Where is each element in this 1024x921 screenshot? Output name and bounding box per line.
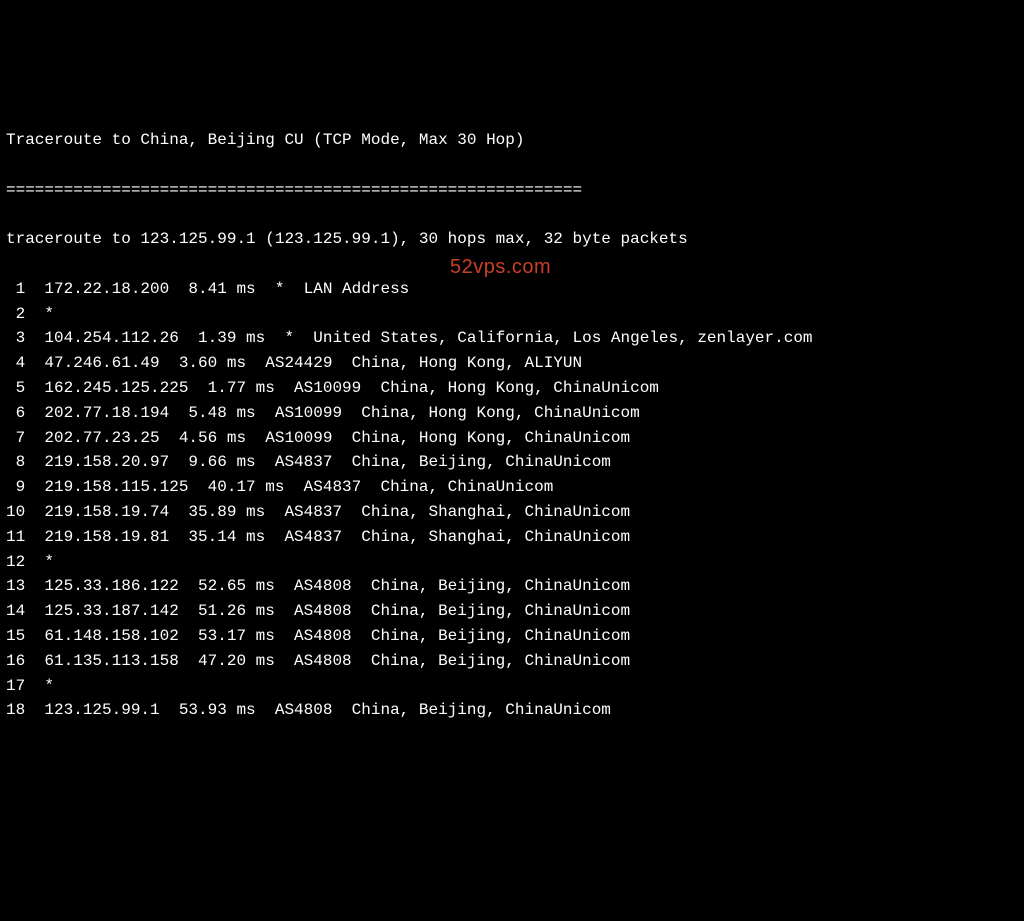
divider-line: ========================================… [6,178,1018,203]
hop-row: 12 * [6,550,1018,575]
hop-row: 11 219.158.19.81 35.14 ms AS4837 China, … [6,525,1018,550]
hop-row: 5 162.245.125.225 1.77 ms AS10099 China,… [6,376,1018,401]
hop-row: 13 125.33.186.122 52.65 ms AS4808 China,… [6,574,1018,599]
hop-row: 9 219.158.115.125 40.17 ms AS4837 China,… [6,475,1018,500]
hop-row: 14 125.33.187.142 51.26 ms AS4808 China,… [6,599,1018,624]
hop-row: 6 202.77.18.194 5.48 ms AS10099 China, H… [6,401,1018,426]
title-line: Traceroute to China, Beijing CU (TCP Mod… [6,128,1018,153]
hop-row: 3 104.254.112.26 1.39 ms * United States… [6,326,1018,351]
hop-row: 8 219.158.20.97 9.66 ms AS4837 China, Be… [6,450,1018,475]
hop-row: 16 61.135.113.158 47.20 ms AS4808 China,… [6,649,1018,674]
hop-row: 10 219.158.19.74 35.89 ms AS4837 China, … [6,500,1018,525]
hop-row: 2 * [6,302,1018,327]
hop-row: 17 * [6,674,1018,699]
terminal-output: Traceroute to China, Beijing CU (TCP Mod… [6,103,1018,748]
hop-row: 1 172.22.18.200 8.41 ms * LAN Address [6,277,1018,302]
hop-row: 15 61.148.158.102 53.17 ms AS4808 China,… [6,624,1018,649]
summary-line: traceroute to 123.125.99.1 (123.125.99.1… [6,227,1018,252]
hop-row: 18 123.125.99.1 53.93 ms AS4808 China, B… [6,698,1018,723]
hop-list: 1 172.22.18.200 8.41 ms * LAN Address 2 … [6,277,1018,723]
hop-row: 4 47.246.61.49 3.60 ms AS24429 China, Ho… [6,351,1018,376]
hop-row: 7 202.77.23.25 4.56 ms AS10099 China, Ho… [6,426,1018,451]
